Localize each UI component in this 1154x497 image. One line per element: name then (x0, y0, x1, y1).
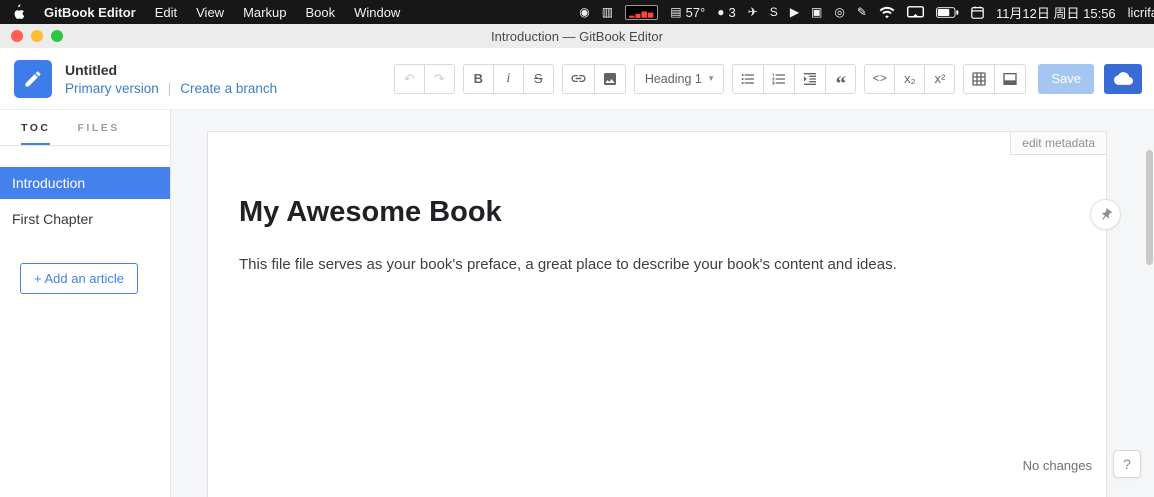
menu-window[interactable]: Window (354, 5, 400, 20)
vertical-scrollbar[interactable] (1146, 150, 1153, 265)
window-titlebar: Introduction — GitBook Editor (0, 24, 1154, 48)
pen-icon[interactable]: ✎ (857, 6, 867, 18)
primary-version-link[interactable]: Primary version (65, 81, 159, 96)
create-branch-link[interactable]: Create a branch (180, 81, 277, 96)
menu-book[interactable]: Book (305, 5, 335, 20)
chevron-down-icon: ▾ (708, 73, 714, 83)
editor-toolbar: Untitled Primary version | Create a bran… (0, 48, 1154, 110)
status-graph-icon[interactable]: ▥ (602, 6, 613, 18)
temp-graph-icon: ▤ (670, 5, 682, 19)
blockquote-button[interactable]: “ (825, 63, 857, 95)
weather-status[interactable]: ▤ 57° (670, 5, 705, 20)
cpu-meter-icon[interactable]: ▂▄▆▅ (625, 4, 659, 20)
block-icon (1003, 72, 1018, 85)
telegram-icon[interactable]: ▶ (790, 6, 799, 18)
image-icon (603, 72, 616, 85)
code-group: <> x₂ x² (864, 63, 956, 94)
heading-group: Heading 1 ▾ (633, 63, 725, 94)
macos-menubar: GitBook Editor Edit View Markup Book Win… (0, 0, 1154, 24)
changes-status-label: No changes (1022, 458, 1092, 473)
add-article-button[interactable]: + Add an article (20, 263, 138, 294)
minimize-window-button[interactable] (31, 30, 43, 42)
notification-icon: ● (717, 5, 725, 19)
toc-list: Introduction First Chapter (0, 167, 170, 239)
table-icon (972, 71, 987, 86)
tab-toc[interactable]: TOC (21, 110, 50, 145)
bullet-list-button[interactable] (732, 63, 765, 94)
undo-button[interactable]: ↶ (393, 63, 425, 94)
document-card: edit metadata My Awesome Book This file … (207, 131, 1121, 497)
toc-item-introduction[interactable]: Introduction (0, 167, 170, 199)
document-paragraph[interactable]: This file file serves as your book's pre… (239, 256, 1075, 273)
table-group (963, 63, 1027, 94)
loupe-icon[interactable]: ◎ (834, 6, 844, 18)
indent-list-button[interactable] (794, 63, 827, 94)
pin-icon (1101, 207, 1112, 220)
close-window-button[interactable] (11, 30, 23, 42)
format-group: B i S (462, 63, 554, 94)
table-button[interactable] (963, 63, 996, 94)
bullet-list-icon (742, 73, 755, 84)
insert-group (561, 63, 626, 94)
screen-mirroring-icon[interactable] (906, 5, 924, 19)
image-button[interactable] (593, 63, 626, 94)
save-button[interactable]: Save (1038, 63, 1094, 94)
publish-upload-button[interactable] (1104, 63, 1142, 94)
editor-content-area: edit metadata My Awesome Book This file … (171, 110, 1154, 497)
menu-edit[interactable]: Edit (155, 5, 177, 20)
bold-button[interactable]: B (462, 63, 494, 94)
box-app-icon[interactable]: ▣ (811, 6, 822, 18)
superscript-button[interactable]: x² (924, 63, 956, 94)
window-title: Introduction — GitBook Editor (491, 28, 663, 44)
toc-item-first-chapter[interactable]: First Chapter (0, 203, 170, 235)
battery-icon[interactable] (935, 6, 959, 18)
edit-metadata-button[interactable]: edit metadata (1010, 132, 1106, 155)
cloud-upload-icon (1113, 72, 1133, 85)
menu-view[interactable]: View (196, 5, 224, 20)
traffic-lights (11, 30, 63, 42)
book-title: Untitled (65, 61, 118, 78)
pin-button[interactable] (1090, 199, 1121, 230)
menubar-datetime[interactable]: 11月12日 周日 15:56 (996, 3, 1116, 22)
wifi-icon[interactable] (879, 6, 895, 18)
version-divider: | (167, 80, 172, 96)
italic-button[interactable]: i (492, 63, 524, 94)
menubar-user[interactable]: licrifa (1128, 5, 1154, 20)
list-group: “ (732, 63, 857, 95)
redo-button[interactable]: ↷ (423, 63, 455, 94)
calendar-icon[interactable] (971, 5, 984, 19)
link-button[interactable] (561, 63, 595, 94)
history-group: ↶ ↷ (393, 63, 455, 94)
menu-markup[interactable]: Markup (243, 5, 286, 20)
notification-status[interactable]: ● 3 (717, 5, 735, 20)
apple-menu-icon[interactable] (12, 4, 25, 20)
s-app-icon[interactable]: S (770, 6, 778, 18)
sidebar-tabs: TOC FILES (0, 110, 170, 146)
plane-icon[interactable]: ✈ (748, 6, 758, 18)
sidebar: TOC FILES Introduction First Chapter + A… (0, 110, 171, 497)
numbered-list-button[interactable] (763, 63, 796, 94)
gitbook-logo (14, 59, 52, 98)
insert-block-button[interactable] (994, 63, 1027, 94)
status-app-icon[interactable]: ◉ (579, 6, 589, 18)
menubar-app-name[interactable]: GitBook Editor (44, 5, 136, 20)
subscript-button[interactable]: x₂ (894, 63, 926, 94)
tab-files[interactable]: FILES (77, 110, 119, 145)
heading-select[interactable]: Heading 1 ▾ (633, 63, 725, 94)
zoom-window-button[interactable] (51, 30, 63, 42)
heading-select-value: Heading 1 (644, 71, 702, 86)
temperature-label: 57° (685, 4, 706, 20)
link-icon (571, 74, 586, 83)
indent-icon (804, 72, 817, 85)
numbered-list-icon (772, 73, 786, 84)
document-title[interactable]: My Awesome Book (239, 196, 1075, 229)
code-button[interactable]: <> (864, 63, 896, 94)
strikethrough-button[interactable]: S (522, 63, 554, 94)
help-button[interactable]: ? (1113, 450, 1141, 478)
notification-count: 3 (728, 4, 736, 20)
